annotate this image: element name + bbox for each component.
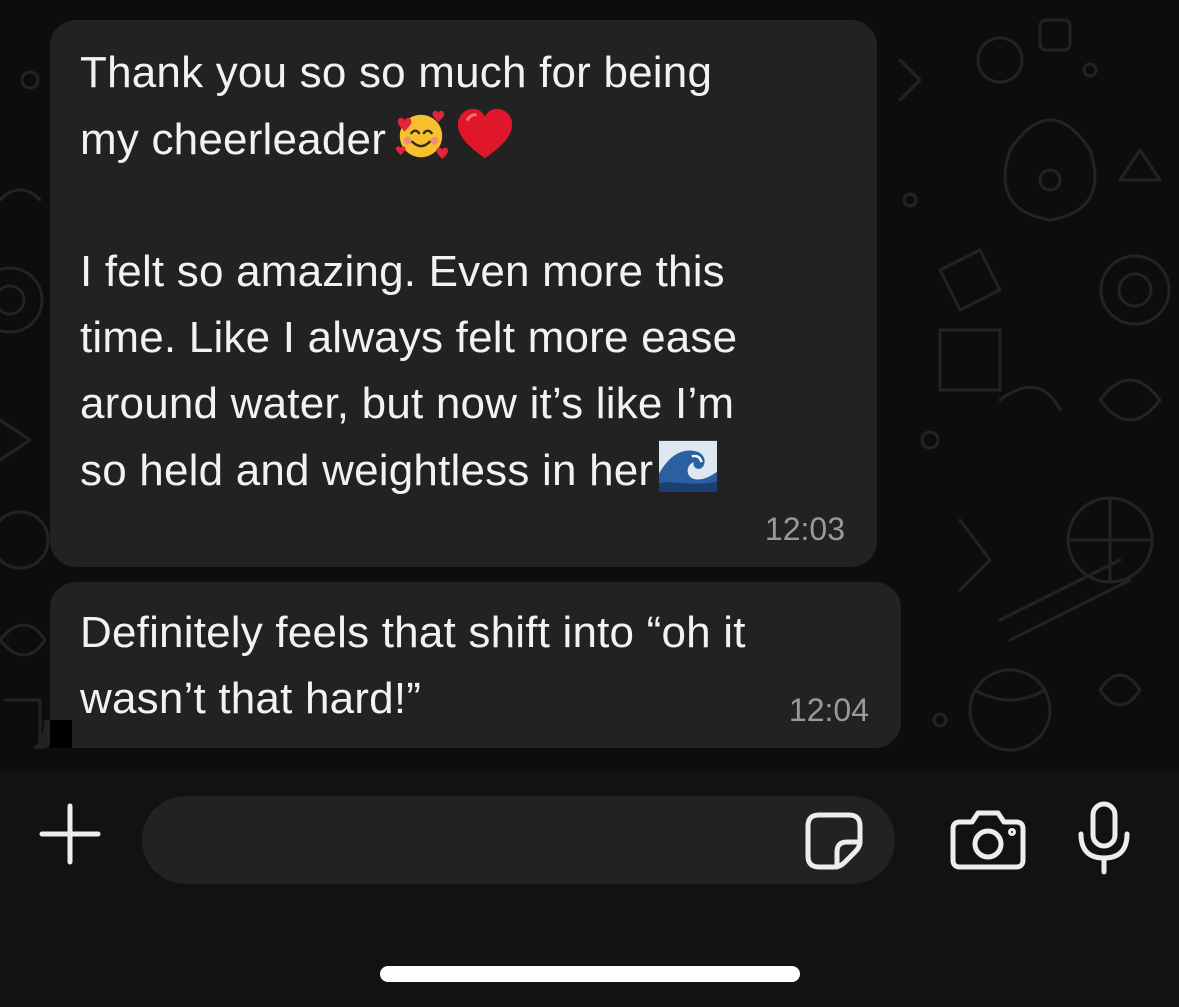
message-timestamp: 12:04	[788, 692, 869, 728]
message-body: I felt so amazing. Even more this time. …	[80, 247, 738, 495]
sticker-icon[interactable]	[805, 812, 863, 870]
message-text: Thank you so so much for being my cheerl…	[80, 40, 847, 504]
message-line-2: my cheerleader	[80, 115, 387, 164]
chat-area[interactable]: Thank you so so much for being my cheerl…	[0, 0, 1179, 772]
plus-icon[interactable]	[36, 800, 104, 868]
water-wave-icon	[659, 440, 718, 492]
message-line-1: Thank you so so much for being	[80, 48, 713, 97]
message-timestamp: 12:03	[764, 511, 845, 547]
microphone-icon[interactable]	[1076, 800, 1132, 876]
incoming-message-bubble[interactable]: Definitely feels that shift into “oh it …	[50, 582, 901, 748]
incoming-message-bubble[interactable]: Thank you so so much for being my cheerl…	[50, 20, 877, 567]
camera-icon[interactable]	[950, 808, 1026, 870]
bubble-tail	[33, 720, 72, 750]
red-heart-icon	[457, 108, 513, 159]
message-input[interactable]	[142, 796, 895, 884]
smiling-face-with-hearts-icon	[395, 110, 449, 160]
message-text: Definitely feels that shift into “oh it …	[80, 608, 746, 723]
home-indicator[interactable]	[380, 966, 800, 982]
